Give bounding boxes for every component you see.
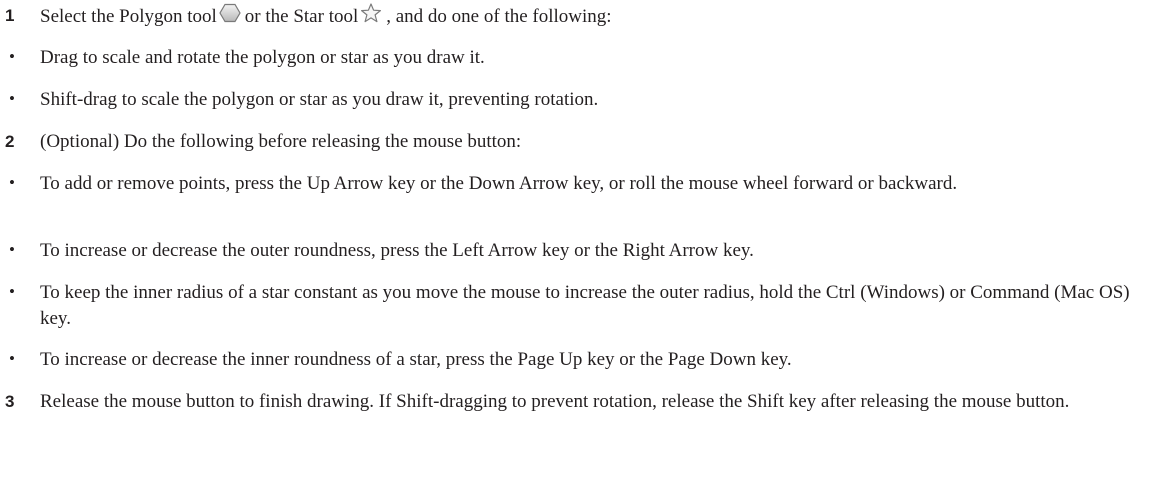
bullet-glyph: • <box>9 89 15 108</box>
step-number: 1 <box>5 6 15 25</box>
bullet-text: Drag to scale and rotate the polygon or … <box>40 47 485 68</box>
bullet-glyph: • <box>9 240 15 259</box>
bullet-glyph: • <box>9 47 15 66</box>
step-text-part: Select the Polygon tool <box>40 6 217 27</box>
bullet-text: To increase or decrease the inner roundn… <box>40 349 792 370</box>
star-tool-icon <box>360 3 382 23</box>
step-number: 2 <box>5 132 15 151</box>
bullet-glyph: • <box>9 282 15 301</box>
document-page: 1 Select the Polygon tool or the Star too… <box>0 0 1162 500</box>
step-text: Release the mouse button to finish drawi… <box>40 391 1070 412</box>
bullet-text: Shift-drag to scale the polygon or star … <box>40 89 599 110</box>
step-number: 3 <box>5 392 15 411</box>
step-text: Select the Polygon tool or the Star tool,… <box>40 3 612 30</box>
bullet-glyph: • <box>9 173 15 192</box>
polygon-tool-icon <box>219 3 241 23</box>
step-text: (Optional) Do the following before relea… <box>40 131 522 152</box>
bullet-glyph: • <box>9 349 15 368</box>
step-text-part: , and do one of the following: <box>386 6 612 27</box>
bullet-text: To add or remove points, press the Up Ar… <box>40 173 958 194</box>
step-text-part: or the Star tool <box>244 6 359 27</box>
bullet-text: To increase or decrease the outer roundn… <box>40 240 754 261</box>
bullet-text: To keep the inner radius of a star const… <box>40 282 1130 329</box>
